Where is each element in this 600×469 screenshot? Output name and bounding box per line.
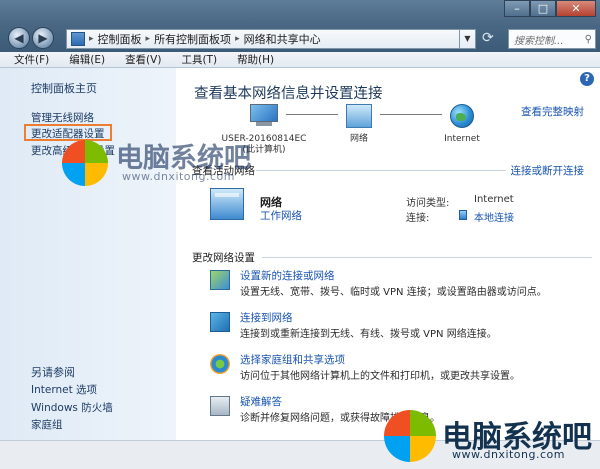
minimize-button[interactable]: – <box>504 0 530 17</box>
network-type-link[interactable]: 工作网络 <box>260 208 302 223</box>
homegroup-link[interactable]: 家庭组 <box>31 417 63 432</box>
search-input[interactable]: 搜索控制... ⚲ <box>508 29 596 49</box>
new-connection-icon <box>210 270 230 290</box>
search-icon[interactable]: ⚲ <box>585 34 592 45</box>
connections-label: 连接: <box>406 213 430 224</box>
back-button[interactable]: ◀ <box>8 27 30 49</box>
manage-wireless-link[interactable]: 管理无线网络 <box>31 110 94 125</box>
search-placeholder: 搜索控制... <box>514 35 564 47</box>
see-also-heading: 另请参阅 <box>31 366 75 379</box>
forward-button[interactable]: ▶ <box>32 27 54 49</box>
menu-bar: 文件(F) 编辑(E) 查看(V) 工具(T) 帮助(H) <box>0 52 600 68</box>
watermark-logo-center <box>62 140 108 186</box>
network-map: USER-20160814EC (此计算机) 网络 Internet <box>210 104 510 155</box>
connect-network-icon <box>210 312 230 332</box>
windows-firewall-link[interactable]: Windows 防火墙 <box>31 400 113 415</box>
maximize-button[interactable]: □ <box>530 0 556 17</box>
left-nav-pane: 控制面板主页 管理无线网络 更改适配器设置 更改高级共享设置 另请参阅 Inte… <box>0 68 176 440</box>
page-title: 查看基本网络信息并设置连接 <box>194 86 383 102</box>
menu-view[interactable]: 查看(V) <box>111 52 167 67</box>
new-connection-link[interactable]: 设置新的连接或网络 <box>240 268 335 283</box>
access-type-value: Internet <box>474 194 514 205</box>
network-label: 网络 <box>349 134 368 144</box>
breadcrumb-network-center[interactable]: 网络和共享中心 <box>244 31 321 47</box>
address-dropdown-button[interactable]: ▼ <box>460 29 476 49</box>
menu-file[interactable]: 文件(F) <box>0 52 55 67</box>
connect-disconnect-link[interactable]: 连接或断开连接 <box>511 163 585 178</box>
internet-globe-icon <box>450 104 474 128</box>
window-titlebar: – □ ✕ ◀ ▶ ▸ 控制面板 ▸ 所有控制面板项 ▸ 网络和共享中心 ▼ ⟳… <box>0 0 600 52</box>
network-icon-large <box>210 188 244 220</box>
watermark-url-center: www.dnxitong.com <box>122 170 235 183</box>
change-settings-heading: 更改网络设置 <box>192 252 255 264</box>
menu-help[interactable]: 帮助(H) <box>223 52 280 67</box>
internet-label: Internet <box>444 134 480 144</box>
computer-icon <box>250 104 278 126</box>
main-content-pane: ? 查看基本网络信息并设置连接 查看完整映射 USER-20160814EC (… <box>176 68 600 440</box>
internet-options-link[interactable]: Internet 选项 <box>31 382 97 397</box>
map-link-line <box>380 114 442 115</box>
chevron-right-icon: ▸ <box>89 34 94 44</box>
window-controls: – □ ✕ <box>504 0 596 18</box>
watermark-url-corner: www.dnxitong.com <box>452 448 565 461</box>
homegroup-desc: 访问位于其他网络计算机上的文件和打印机，或更改共享设置。 <box>240 371 520 382</box>
control-panel-icon <box>71 32 85 46</box>
homegroup-options-link[interactable]: 选择家庭组和共享选项 <box>240 352 345 367</box>
close-button[interactable]: ✕ <box>556 0 596 17</box>
access-type-label: 访问类型: <box>406 198 450 209</box>
menu-tools[interactable]: 工具(T) <box>167 52 223 67</box>
address-bar[interactable]: ▸ 控制面板 ▸ 所有控制面板项 ▸ 网络和共享中心 <box>66 29 460 49</box>
network-icon <box>346 104 372 128</box>
local-connection-link[interactable]: 本地连接 <box>474 209 514 224</box>
chevron-right-icon: ▸ <box>145 34 151 44</box>
watermark-logo-corner <box>384 410 436 462</box>
view-full-map-link[interactable]: 查看完整映射 <box>521 104 584 119</box>
connect-network-link[interactable]: 连接到网络 <box>240 310 293 325</box>
troubleshoot-icon <box>210 396 230 416</box>
task-new-connection: 设置新的连接或网络 设置无线、宽带、拨号、临时或 VPN 连接；或设置路由器或访… <box>210 268 590 300</box>
local-connection-icon <box>459 210 467 220</box>
chevron-right-icon: ▸ <box>235 34 240 44</box>
refresh-icon[interactable]: ⟳ <box>482 30 494 46</box>
homegroup-icon <box>210 354 230 374</box>
section-divider <box>262 257 592 258</box>
task-connect-network: 连接到网络 连接到或重新连接到无线、有线、拨号或 VPN 网络连接。 <box>210 310 590 342</box>
highlight-box <box>24 124 112 141</box>
troubleshoot-link[interactable]: 疑难解答 <box>240 394 282 409</box>
map-link-line <box>286 114 338 115</box>
section-divider <box>256 170 506 171</box>
task-homegroup: 选择家庭组和共享选项 访问位于其他网络计算机上的文件和打印机，或更改共享设置。 <box>210 352 590 384</box>
connect-network-desc: 连接到或重新连接到无线、有线、拨号或 VPN 网络连接。 <box>240 329 497 340</box>
new-connection-desc: 设置无线、宽带、拨号、临时或 VPN 连接；或设置路由器或访问点。 <box>240 287 547 298</box>
breadcrumb-all-items[interactable]: 所有控制面板项 <box>154 31 231 47</box>
help-icon[interactable]: ? <box>580 72 594 86</box>
control-panel-home-link[interactable]: 控制面板主页 <box>31 80 97 96</box>
menu-edit[interactable]: 编辑(E) <box>55 52 111 67</box>
breadcrumb-control-panel[interactable]: 控制面板 <box>98 31 142 47</box>
